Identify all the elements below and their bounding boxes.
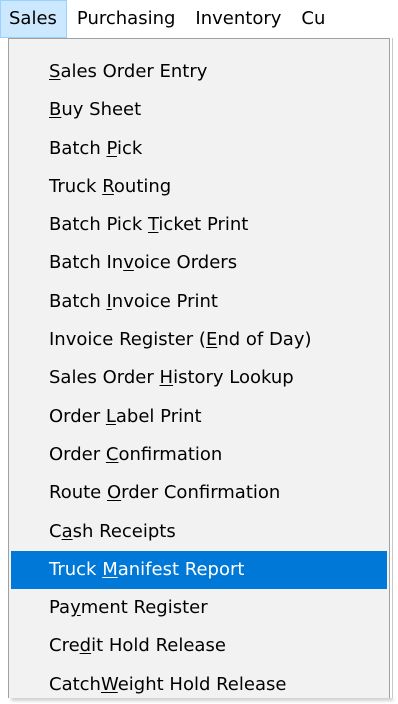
menu-item-truck-routing[interactable]: Truck Routing bbox=[11, 168, 387, 206]
menu-item-label-pre: Sales Order bbox=[49, 367, 160, 389]
menu-item-accelerator-key: d bbox=[79, 635, 92, 657]
menu-item-label-pre: Batch bbox=[49, 137, 107, 159]
menu-item-label-post: nd of Day) bbox=[217, 329, 312, 351]
menu-item-accelerator-key: v bbox=[123, 252, 134, 274]
menu-item-order-confirmation[interactable]: Order Confirmation bbox=[11, 436, 387, 474]
menubar-purchasing[interactable]: Purchasing bbox=[67, 0, 186, 38]
sales-menu-list: Sales Order Entry Buy Sheet Batch Pick Truc… bbox=[11, 53, 387, 704]
menu-item-label-pre: Order bbox=[49, 405, 106, 427]
menu-item-label-post: sh Receipts bbox=[72, 520, 176, 542]
menu-item-label-post: outing bbox=[113, 175, 172, 197]
menu-item-label-post: it Hold Release bbox=[91, 635, 226, 657]
menu-item-accelerator-key: O bbox=[106, 482, 122, 504]
menu-item-batch-pick-ticket-print[interactable]: Batch Pick Ticket Print bbox=[11, 206, 387, 244]
menu-item-label-post: istory Lookup bbox=[173, 367, 294, 389]
menu-item-label-pre: Catch bbox=[49, 673, 101, 695]
menu-item-label-pre: Truck bbox=[49, 175, 103, 197]
menu-item-truck-manifest-report[interactable]: Truck Manifest Report bbox=[11, 550, 387, 590]
menu-item-order-label-print[interactable]: Order Label Print bbox=[11, 398, 387, 436]
menu-item-credit-hold-release[interactable]: Credit Hold Release bbox=[11, 627, 387, 665]
menu-item-batch-invoice-orders[interactable]: Batch Invoice Orders bbox=[11, 244, 387, 282]
menu-item-batch-pick[interactable]: Batch Pick bbox=[11, 130, 387, 168]
menu-item-label-pre: Cre bbox=[49, 635, 80, 657]
menu-item-accelerator-key: M bbox=[102, 558, 118, 580]
menu-item-accelerator-key: S bbox=[49, 61, 61, 82]
menu-item-label-post: oice Orders bbox=[133, 252, 238, 274]
menu-item-sales-order-history-lookup[interactable]: Sales Order History Lookup bbox=[11, 359, 387, 397]
menu-item-payment-register[interactable]: Payment Register bbox=[11, 589, 387, 627]
menu-item-sales-order-entry[interactable]: Sales Order Entry bbox=[11, 53, 387, 91]
menu-item-accelerator-key: y bbox=[70, 597, 81, 619]
menu-item-label-post: ment Register bbox=[80, 597, 208, 619]
menu-item-label-post: icket Print bbox=[158, 214, 249, 236]
menu-item-accelerator-key: W bbox=[100, 673, 118, 695]
menu-item-label-post: rder Confirmation bbox=[121, 482, 281, 504]
menu-item-label-post: ales Order Entry bbox=[60, 61, 208, 82]
menu-item-label-post: abel Print bbox=[115, 405, 202, 427]
menu-item-cash-receipts[interactable]: Cash Receipts bbox=[11, 513, 387, 551]
menu-item-accelerator-key: B bbox=[49, 99, 62, 121]
sales-dropdown-menu: Sales Order Entry Buy Sheet Batch Pick Truc… bbox=[8, 38, 390, 698]
menubar-customers-truncated[interactable]: Cu bbox=[291, 0, 335, 38]
menu-item-accelerator-key: T bbox=[147, 214, 159, 236]
menu-item-accelerator-key: E bbox=[205, 329, 218, 351]
menu-item-label-post: ick bbox=[116, 137, 143, 159]
menu-item-label-pre: Invoice Register ( bbox=[49, 329, 206, 351]
menu-item-label-pre: C bbox=[49, 520, 62, 542]
menu-bar: Sales Purchasing Inventory Cu bbox=[0, 0, 398, 38]
menu-item-label-pre: Batch bbox=[49, 290, 107, 312]
menu-item-catchweight-hold-release[interactable]: CatchWeight Hold Release bbox=[11, 666, 387, 704]
menu-item-accelerator-key: L bbox=[105, 405, 116, 427]
menu-item-label-post: eight Hold Release bbox=[117, 673, 287, 695]
menu-item-invoice-register-end-of-day[interactable]: Invoice Register (End of Day) bbox=[11, 321, 387, 359]
menu-item-label-pre: Truck bbox=[49, 558, 103, 580]
menu-item-label-pre: Pa bbox=[49, 597, 71, 619]
menu-item-accelerator-key: H bbox=[159, 367, 174, 389]
menu-item-label-pre: Route bbox=[49, 482, 107, 504]
menubar-sales[interactable]: Sales bbox=[0, 0, 67, 38]
menubar-inventory[interactable]: Inventory bbox=[185, 0, 291, 38]
menu-item-label-post: uy Sheet bbox=[61, 99, 142, 121]
menu-item-batch-invoice-print[interactable]: Batch Invoice Print bbox=[11, 283, 387, 321]
menu-item-route-order-confirmation[interactable]: Route Order Confirmation bbox=[11, 474, 387, 512]
menu-item-label-pre: Batch In bbox=[49, 252, 124, 274]
menu-item-label-pre: Batch Pick bbox=[49, 214, 148, 236]
menu-item-accelerator-key: C bbox=[105, 443, 119, 465]
menu-item-accelerator-key: a bbox=[61, 520, 73, 542]
menu-item-label-post: nvoice Print bbox=[111, 290, 218, 312]
menu-item-label-pre: Order bbox=[49, 443, 106, 465]
menu-item-label-post: anifest Report bbox=[117, 558, 245, 580]
menu-item-buy-sheet[interactable]: Buy Sheet bbox=[11, 91, 387, 129]
menu-item-label-post: onfirmation bbox=[118, 443, 223, 465]
window-divider bbox=[392, 38, 393, 698]
menu-item-accelerator-key: P bbox=[106, 137, 117, 159]
menu-item-accelerator-key: R bbox=[102, 175, 114, 197]
background-window-edge bbox=[390, 38, 398, 698]
